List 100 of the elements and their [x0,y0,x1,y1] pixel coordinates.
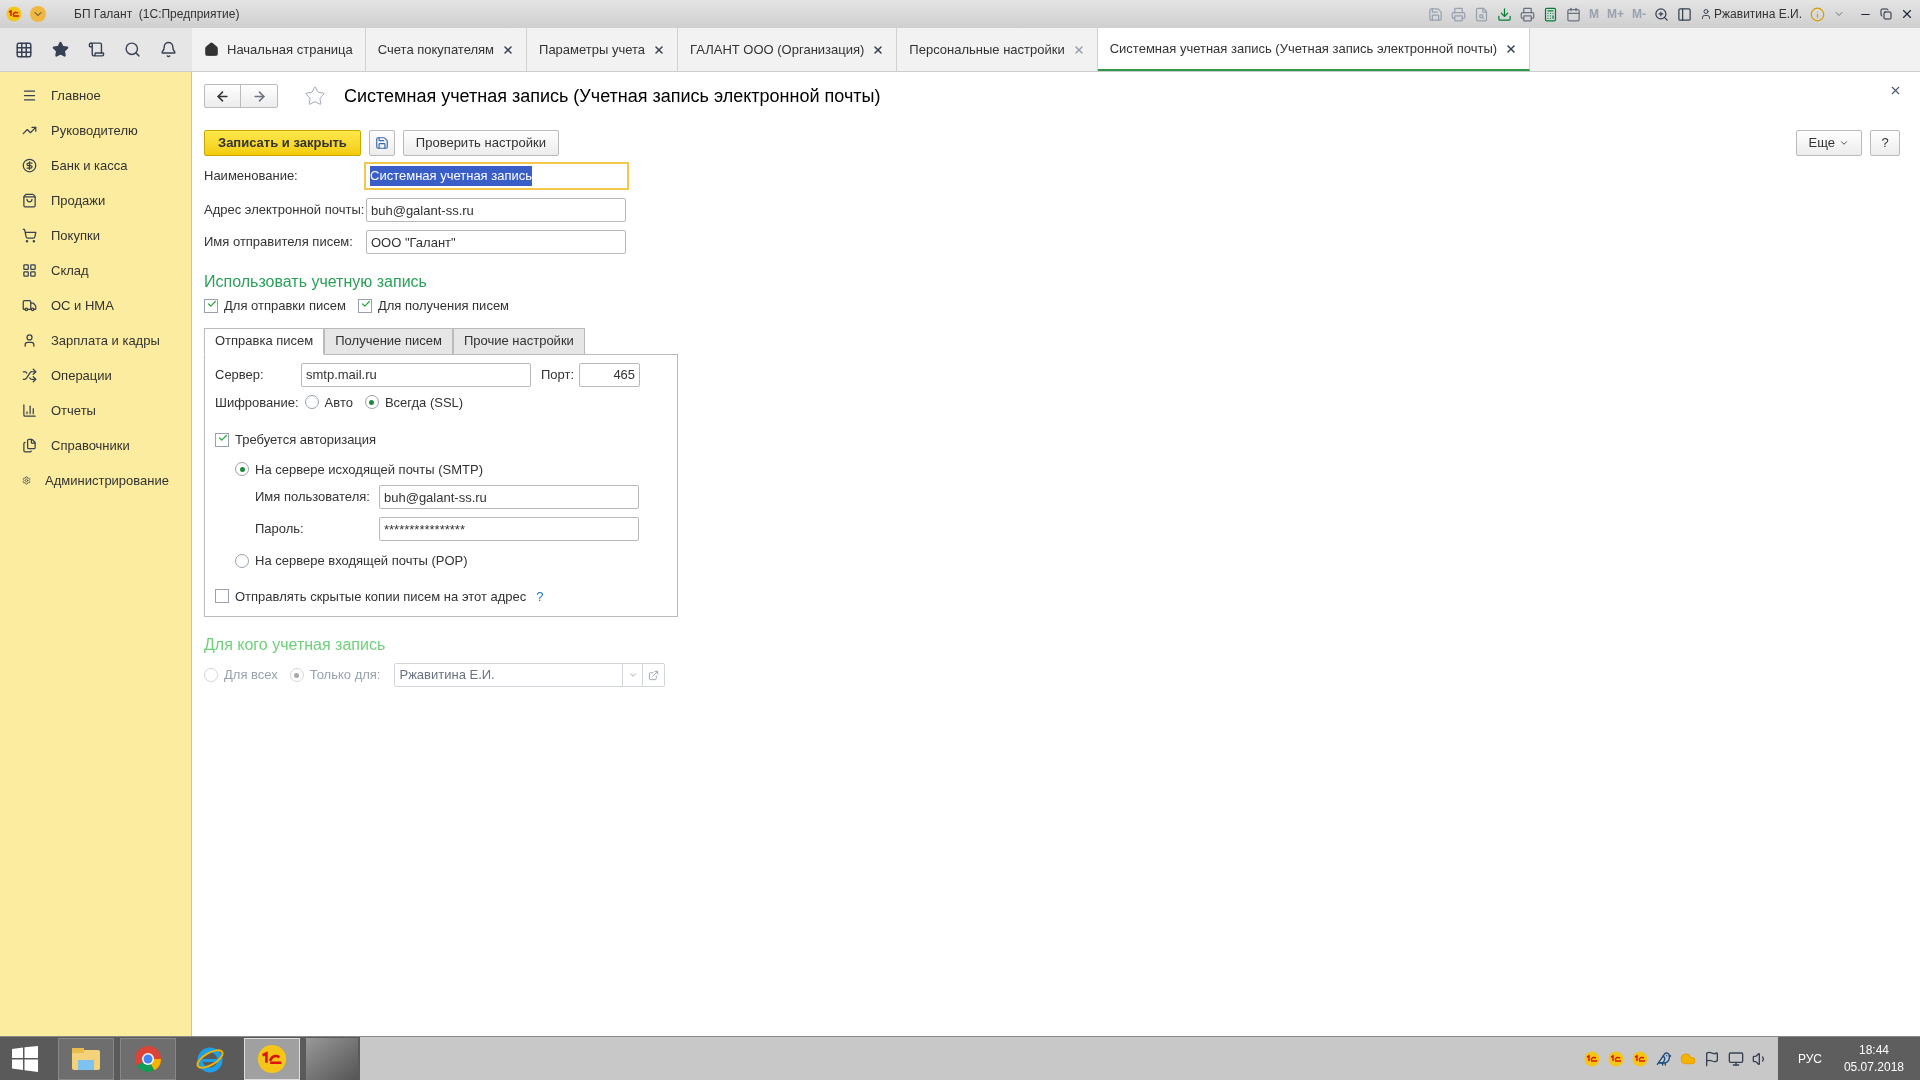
field-label: Наименование: [204,167,299,186]
radio-button[interactable] [304,395,319,410]
sidebar-item[interactable]: Зарплата и кадры [0,323,191,358]
sidebar-item[interactable]: Справочники [0,428,191,463]
chrome-icon[interactable] [120,1037,176,1080]
favorite-star-icon[interactable] [304,85,326,107]
sidebar-item[interactable]: Руководителю [0,113,191,148]
field-label: Шифрование: [215,393,299,412]
start-icon[interactable] [12,1045,38,1072]
sidebar-item[interactable]: Покупки [0,218,191,253]
section-title: Использовать учетную запись [204,272,428,292]
field-label: Адрес электронной почты: [204,201,366,220]
restore-icon[interactable] [1880,8,1892,20]
tab[interactable]: Прочие настройки [452,327,585,355]
checkbox-label: Отправлять скрытые копии писем на этот адрес [235,587,527,606]
checkbox[interactable] [215,589,229,604]
section-icon [22,368,37,383]
section-icon [22,473,32,488]
home-icon [204,42,219,57]
network-icon[interactable] [1727,1050,1744,1067]
open-icon[interactable] [648,669,660,681]
calendar-icon[interactable] [1566,6,1582,22]
tray-icon [1607,1050,1624,1067]
input-field[interactable]: **************** [379,517,639,541]
bird-icon[interactable] [1655,1050,1672,1067]
tab[interactable]: Системная учетная запись (Учетная запись электронной почты) [1097,28,1531,71]
app-icon[interactable] [244,1037,300,1080]
tab[interactable]: Получение писем [324,327,453,355]
calculator-icon[interactable] [1543,6,1559,22]
radio-button[interactable] [235,462,249,477]
search-icon[interactable] [123,41,141,58]
checkbox-label: Для отправки писем [224,297,346,315]
input-field[interactable]: ООО "Галант" [366,230,626,254]
section-icon [22,403,37,418]
help-link[interactable]: ? [536,586,544,606]
user-name[interactable]: Ржавитина Е.И. [1714,5,1802,23]
sidebar-item[interactable]: Администрирование [0,463,191,498]
language-indicator[interactable]: РУС [1797,1049,1822,1068]
radio-label: Для всех [224,666,278,685]
user-icon [1700,8,1713,20]
sidebar-item[interactable]: Продажи [0,183,191,218]
check-settings-button[interactable]: Проверить настройки [402,130,559,156]
section-icon [22,298,37,313]
radio-label: На сервере исходящей почты (SMTP) [255,460,484,479]
zoom-icon[interactable] [1654,6,1670,22]
more-button[interactable]: Еще [1795,130,1862,156]
input-field[interactable]: buh@galant-ss.ru [379,485,639,509]
section-icon [22,438,37,453]
save-button[interactable] [368,130,395,156]
sidebar-item[interactable]: Банк и касса [0,148,191,183]
close-icon[interactable] [1900,7,1914,21]
radio-button[interactable] [235,553,249,568]
apps-icon[interactable] [15,40,34,59]
save-close-button[interactable]: Записать и закрыть [204,130,361,156]
favorites-icon[interactable] [52,41,70,58]
sidebar-item[interactable]: Отчеты [0,393,191,428]
logo-icon [6,6,22,22]
close-icon[interactable] [1505,42,1518,55]
radio-button[interactable] [364,395,379,410]
input-field[interactable]: buh@galant-ss.ru [366,198,626,222]
tab[interactable]: Отправка писем [204,327,325,355]
close-icon[interactable] [502,43,515,56]
history-icon[interactable] [88,41,105,58]
radio-label: Только для: [309,666,381,685]
arrow-right-icon [251,88,267,104]
close-icon[interactable] [872,43,885,56]
input-field[interactable]: smtp.mail.ru [301,362,531,387]
close-icon[interactable] [653,43,666,56]
explorer-icon[interactable] [58,1037,114,1080]
section-icon [22,193,37,208]
close-icon[interactable] [1889,84,1902,97]
name-field[interactable]: Системная учетная запись [364,162,629,190]
checkbox[interactable] [357,298,372,313]
menu-dropdown[interactable] [30,6,46,22]
flag-icon[interactable] [1703,1050,1720,1067]
clock-time[interactable]: 18:44 [1858,1041,1889,1059]
field-label: Пароль: [255,520,305,539]
taskbar-thumbnail[interactable] [306,1037,358,1080]
checkbox-label: Для получения писем [377,297,510,315]
sidebar-item[interactable]: Главное [0,78,191,113]
sidebar-item[interactable]: Склад [0,253,191,288]
input-field[interactable]: 465 [579,362,641,387]
clock-date[interactable]: 05.07.2018 [1843,1058,1904,1076]
download-icon[interactable] [1497,6,1513,22]
panel-icon[interactable] [1677,6,1693,22]
field-label: Имя отправителя писем: [204,233,354,252]
help-button[interactable]: ? [1870,130,1900,156]
section-icon [22,228,37,243]
checkbox[interactable] [204,298,218,313]
sidebar-item[interactable]: Операции [0,358,191,393]
section-icon [22,333,37,348]
sidebar-item[interactable]: ОС и НМА [0,288,191,323]
tray-icon [1583,1050,1600,1067]
field-label: Сервер: [215,365,265,384]
print-icon[interactable] [1520,6,1536,22]
checkbox[interactable] [215,432,229,447]
tray-icon [1631,1050,1648,1067]
section-title: Для кого учетная запись [204,635,387,655]
notification-icon[interactable] [159,41,177,58]
checkbox-label: Требуется авторизация [235,431,377,449]
